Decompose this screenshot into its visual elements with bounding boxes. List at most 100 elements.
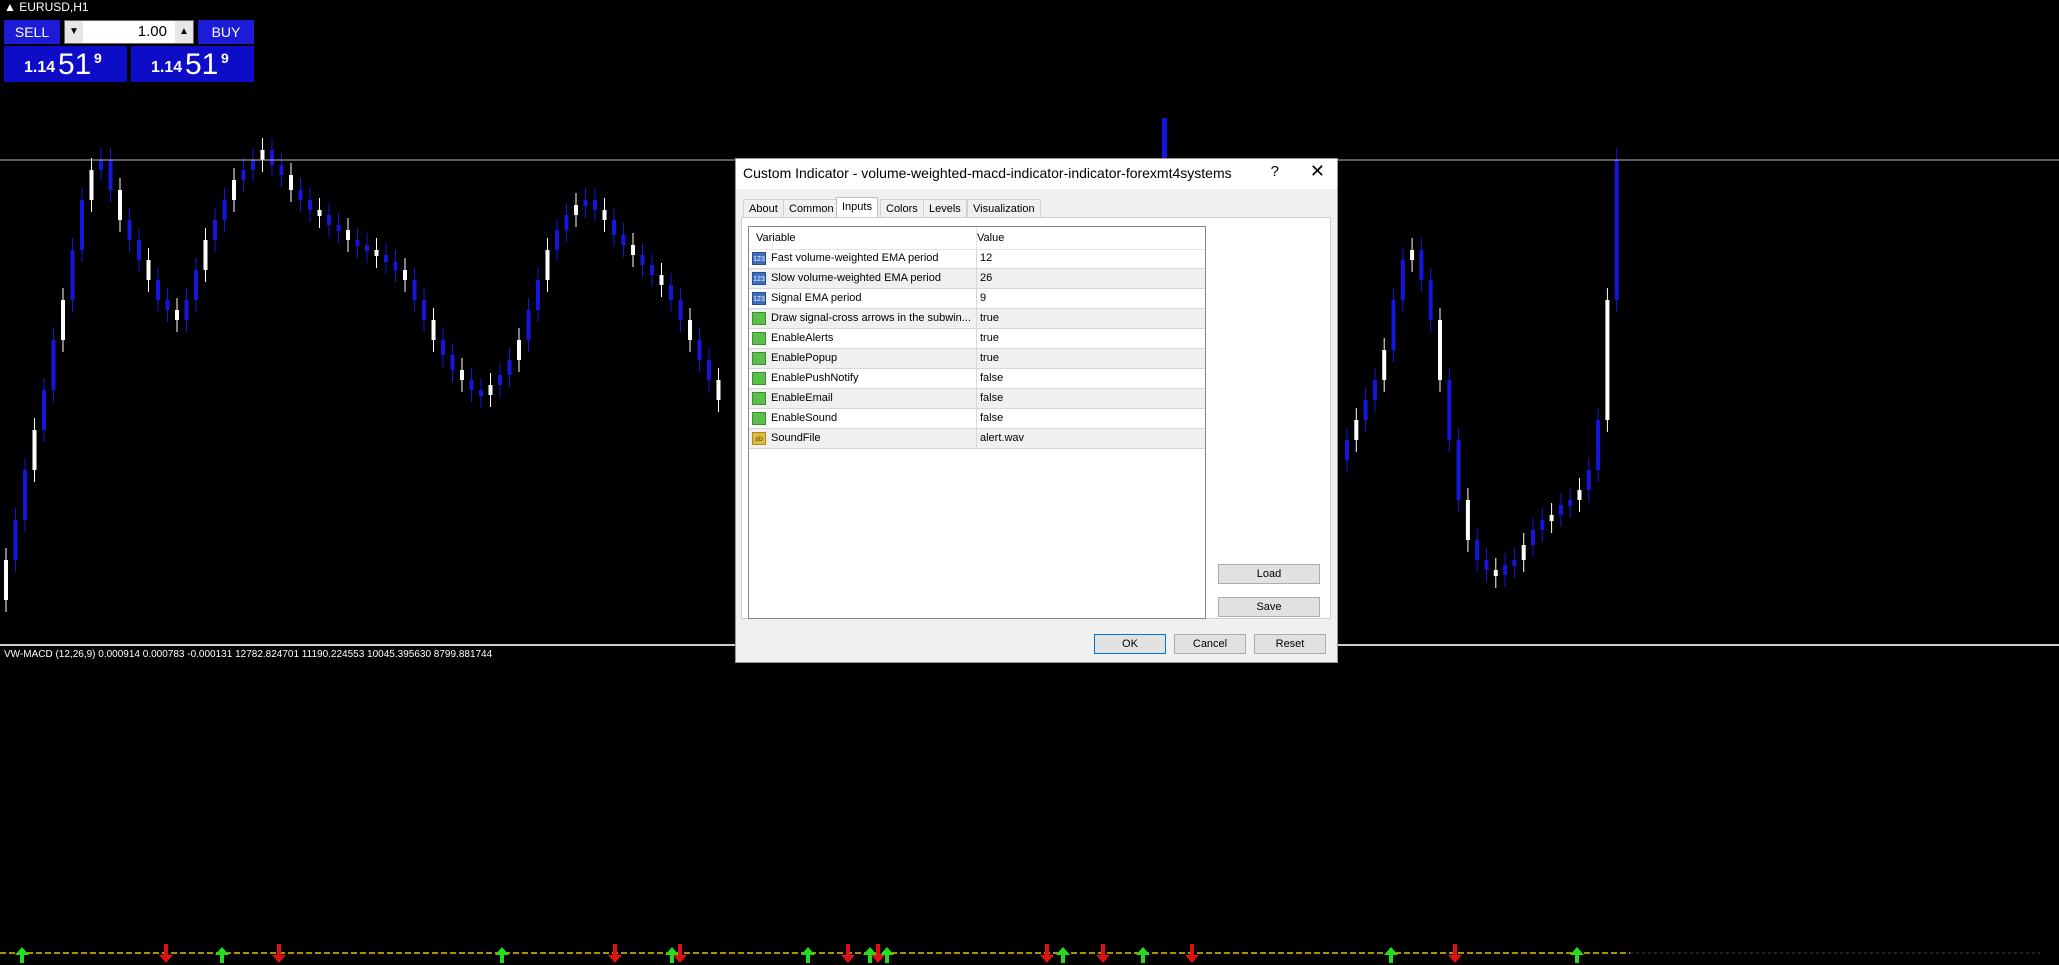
- candle-body: [251, 160, 255, 170]
- sell-quote-main: 51: [58, 48, 92, 81]
- input-value[interactable]: true: [980, 352, 999, 364]
- candle-body: [697, 340, 702, 360]
- candle-body: [260, 150, 265, 160]
- input-name: EnableAlerts: [771, 332, 834, 344]
- help-icon[interactable]: ?: [1271, 163, 1279, 180]
- candle-body: [1503, 565, 1508, 575]
- input-value[interactable]: false: [980, 412, 1003, 424]
- candle-body: [298, 190, 303, 200]
- sell-quote-prefix: 1.14: [24, 59, 56, 76]
- load-button[interactable]: Load: [1218, 564, 1320, 584]
- sell-button[interactable]: SELL: [4, 20, 60, 44]
- input-value[interactable]: alert.wav: [980, 432, 1024, 444]
- candle-body: [1419, 250, 1424, 280]
- one-click-trading-panel: SELL ▼ 1.00 ▲ BUY 1.14 51 9 1.14 51 9: [4, 20, 254, 82]
- ok-button[interactable]: OK: [1094, 634, 1166, 654]
- input-row[interactable]: EnableEmail false: [749, 389, 1205, 409]
- input-value[interactable]: false: [980, 372, 1003, 384]
- input-row[interactable]: Draw signal-cross arrows in the subwin..…: [749, 309, 1205, 329]
- input-row[interactable]: EnableSound false: [749, 409, 1205, 429]
- candle-body: [393, 262, 398, 270]
- tab-levels[interactable]: Levels: [923, 199, 967, 217]
- candle-body: [308, 200, 312, 210]
- buy-arrow-icon: [1136, 947, 1150, 963]
- number-type-icon: 123: [752, 272, 766, 285]
- buy-quote[interactable]: 1.14 51 9: [131, 46, 254, 82]
- save-button[interactable]: Save: [1218, 597, 1320, 617]
- reset-button[interactable]: Reset: [1254, 634, 1326, 654]
- candle-body: [165, 300, 170, 310]
- candle-body: [4, 560, 8, 600]
- input-name: Slow volume-weighted EMA period: [771, 272, 941, 284]
- dialog-title-bar[interactable]: Custom Indicator - volume-weighted-macd-…: [736, 159, 1337, 189]
- candle-body: [175, 310, 179, 320]
- candle-body: [1438, 320, 1442, 380]
- lot-size-input[interactable]: ▼ 1.00 ▲: [64, 20, 194, 44]
- input-value[interactable]: true: [980, 332, 999, 344]
- input-row[interactable]: 123 Signal EMA period 9: [749, 289, 1205, 309]
- close-icon[interactable]: ✕: [1310, 161, 1325, 182]
- candle-body: [184, 300, 189, 320]
- input-row[interactable]: 123 Slow volume-weighted EMA period 26: [749, 269, 1205, 289]
- input-row[interactable]: EnablePushNotify false: [749, 369, 1205, 389]
- input-value[interactable]: false: [980, 392, 1003, 404]
- collapse-icon[interactable]: ▲: [4, 0, 16, 14]
- buy-button[interactable]: BUY: [198, 20, 254, 44]
- tab-inputs[interactable]: Inputs: [836, 197, 878, 218]
- candle-body: [232, 180, 236, 200]
- input-row[interactable]: EnableAlerts true: [749, 329, 1205, 349]
- candle-body: [1391, 300, 1396, 350]
- candle-body: [631, 245, 635, 255]
- candle-body: [1568, 500, 1573, 506]
- candle-body: [536, 280, 540, 310]
- input-name: Draw signal-cross arrows in the subwin..…: [771, 312, 971, 324]
- candle-body: [1521, 545, 1526, 560]
- input-value[interactable]: true: [980, 312, 999, 324]
- candle-body: [498, 375, 502, 385]
- tab-visualization[interactable]: Visualization: [967, 199, 1041, 217]
- candle-body: [23, 470, 27, 520]
- bool-type-icon: [752, 352, 766, 365]
- input-row[interactable]: EnablePopup true: [749, 349, 1205, 369]
- lot-increase-icon[interactable]: ▲: [175, 21, 193, 43]
- input-value[interactable]: 9: [980, 292, 986, 304]
- cancel-button[interactable]: Cancel: [1174, 634, 1246, 654]
- buy-arrow-icon: [215, 947, 229, 963]
- lot-decrease-icon[interactable]: ▼: [65, 21, 83, 43]
- candle-body: [194, 270, 198, 300]
- candle-body: [118, 190, 122, 220]
- sell-arrow-icon: [159, 944, 173, 963]
- input-value[interactable]: 12: [980, 252, 992, 264]
- inputs-grid: Variable Value 123 Fast volume-weighted E…: [748, 226, 1206, 619]
- candle-body: [156, 280, 160, 300]
- candle-body: [526, 310, 531, 340]
- input-row[interactable]: 123 Fast volume-weighted EMA period 12: [749, 249, 1205, 269]
- buy-quote-sup: 9: [221, 50, 229, 66]
- sell-quote[interactable]: 1.14 51 9: [4, 46, 127, 82]
- column-variable[interactable]: Variable: [756, 232, 796, 244]
- tab-colors[interactable]: Colors: [880, 199, 924, 217]
- candle-body: [659, 275, 664, 285]
- input-name: SoundFile: [771, 432, 821, 444]
- candle-body: [89, 170, 94, 200]
- tab-about[interactable]: About: [743, 199, 784, 217]
- input-name: EnablePopup: [771, 352, 838, 364]
- grid-header: Variable Value: [749, 227, 1205, 250]
- candle-body: [707, 360, 711, 380]
- column-value[interactable]: Value: [977, 232, 1004, 244]
- sell-arrow-icon: [1040, 944, 1054, 963]
- candle-body: [270, 150, 274, 165]
- candle-body: [431, 320, 436, 340]
- number-type-icon: 123: [752, 252, 766, 265]
- candle-body: [327, 215, 331, 225]
- input-row[interactable]: ab SoundFile alert.wav: [749, 429, 1205, 449]
- candle-body: [460, 370, 464, 380]
- candle-body: [602, 210, 607, 220]
- input-value[interactable]: 26: [980, 272, 992, 284]
- candle-body: [1410, 250, 1415, 260]
- candle-body: [450, 355, 455, 370]
- string-type-icon: ab: [752, 432, 766, 445]
- input-name: EnableSound: [771, 412, 838, 424]
- candle-body: [42, 390, 46, 430]
- tab-common[interactable]: Common: [783, 199, 840, 217]
